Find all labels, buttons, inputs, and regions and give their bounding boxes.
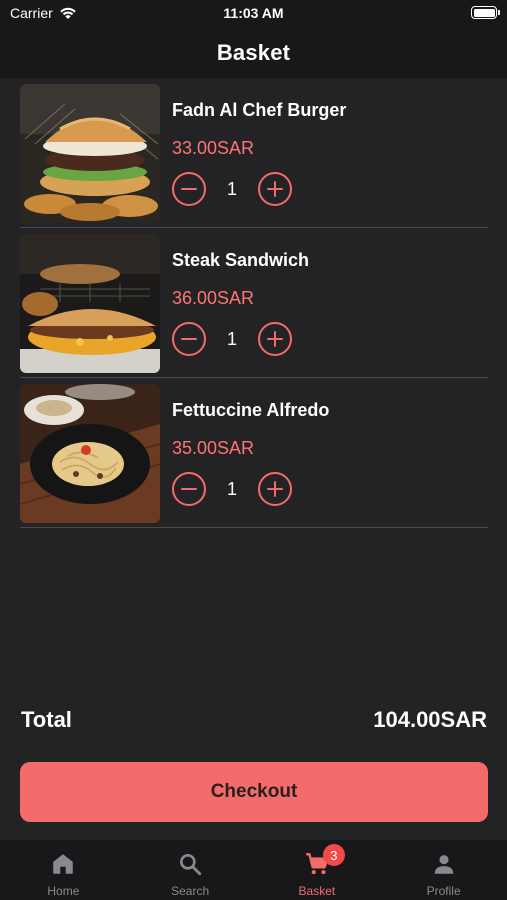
item-name: Fettuccine Alfredo	[172, 400, 330, 420]
checkout-label: Checkout	[210, 781, 298, 802]
status-time: 11:03 AM	[223, 5, 284, 21]
tab-label: Home	[47, 884, 80, 898]
minus-icon	[181, 187, 197, 190]
status-bar: Carrier 11:03 AM	[0, 0, 507, 28]
tab-home[interactable]: Home	[0, 840, 127, 900]
tab-bar: Home Search 3 Basket Profile	[0, 840, 507, 900]
tab-label: Search	[171, 884, 210, 898]
cart-count-badge: 3	[322, 844, 345, 866]
decrease-quantity-button[interactable]	[172, 172, 206, 206]
battery-icon	[471, 6, 500, 19]
minus-icon	[181, 337, 197, 340]
quantity-stepper: 1	[172, 321, 302, 357]
tab-search[interactable]: Search	[127, 840, 254, 900]
tab-basket[interactable]: 3 Basket	[254, 840, 381, 900]
tab-label: Basket	[298, 884, 336, 898]
quantity-value: 1	[226, 179, 237, 199]
decrease-quantity-button[interactable]	[172, 472, 206, 506]
quantity-stepper: 1	[172, 171, 302, 207]
total-value: 104.00SAR	[373, 707, 487, 732]
tab-label: Profile	[426, 884, 461, 898]
basket-item[interactable]: Fettuccine Alfredo 35.00SAR 1	[20, 378, 488, 528]
decrease-quantity-button[interactable]	[172, 322, 206, 356]
quantity-stepper: 1	[172, 471, 302, 507]
increase-quantity-button[interactable]	[258, 472, 292, 506]
page-title: Basket	[216, 40, 291, 65]
basket-item[interactable]: Fadn Al Chef Burger 33.00SAR 1	[20, 78, 488, 228]
quantity-value: 1	[226, 479, 237, 499]
basket-item[interactable]: Steak Sandwich 36.00SAR 1	[20, 228, 488, 378]
increase-quantity-button[interactable]	[258, 172, 292, 206]
total-row: Total 104.00SAR	[21, 704, 487, 736]
quantity-value: 1	[226, 329, 237, 349]
minus-icon	[181, 487, 197, 490]
item-price: 35.00SAR	[172, 438, 255, 458]
increase-quantity-button[interactable]	[258, 322, 292, 356]
person-icon	[431, 851, 457, 877]
search-icon	[177, 851, 203, 877]
item-image-burger	[20, 84, 160, 223]
item-price: 36.00SAR	[172, 288, 255, 308]
basket-list: Fadn Al Chef Burger 33.00SAR 1 Steak San…	[20, 78, 488, 528]
item-name: Fadn Al Chef Burger	[172, 100, 347, 120]
tab-profile[interactable]: Profile	[380, 840, 507, 900]
nav-header: Basket	[0, 28, 507, 78]
basket-screen: Carrier 11:03 AM Basket Fadn Al Chef Bur…	[0, 0, 507, 900]
item-image-steak-sandwich	[20, 234, 160, 373]
home-icon	[50, 851, 76, 877]
checkout-button[interactable]: Checkout	[20, 762, 488, 822]
total-label: Total	[21, 707, 72, 732]
item-name: Steak Sandwich	[172, 250, 310, 270]
item-image-fettuccine	[20, 384, 160, 523]
item-price: 33.00SAR	[172, 138, 255, 158]
